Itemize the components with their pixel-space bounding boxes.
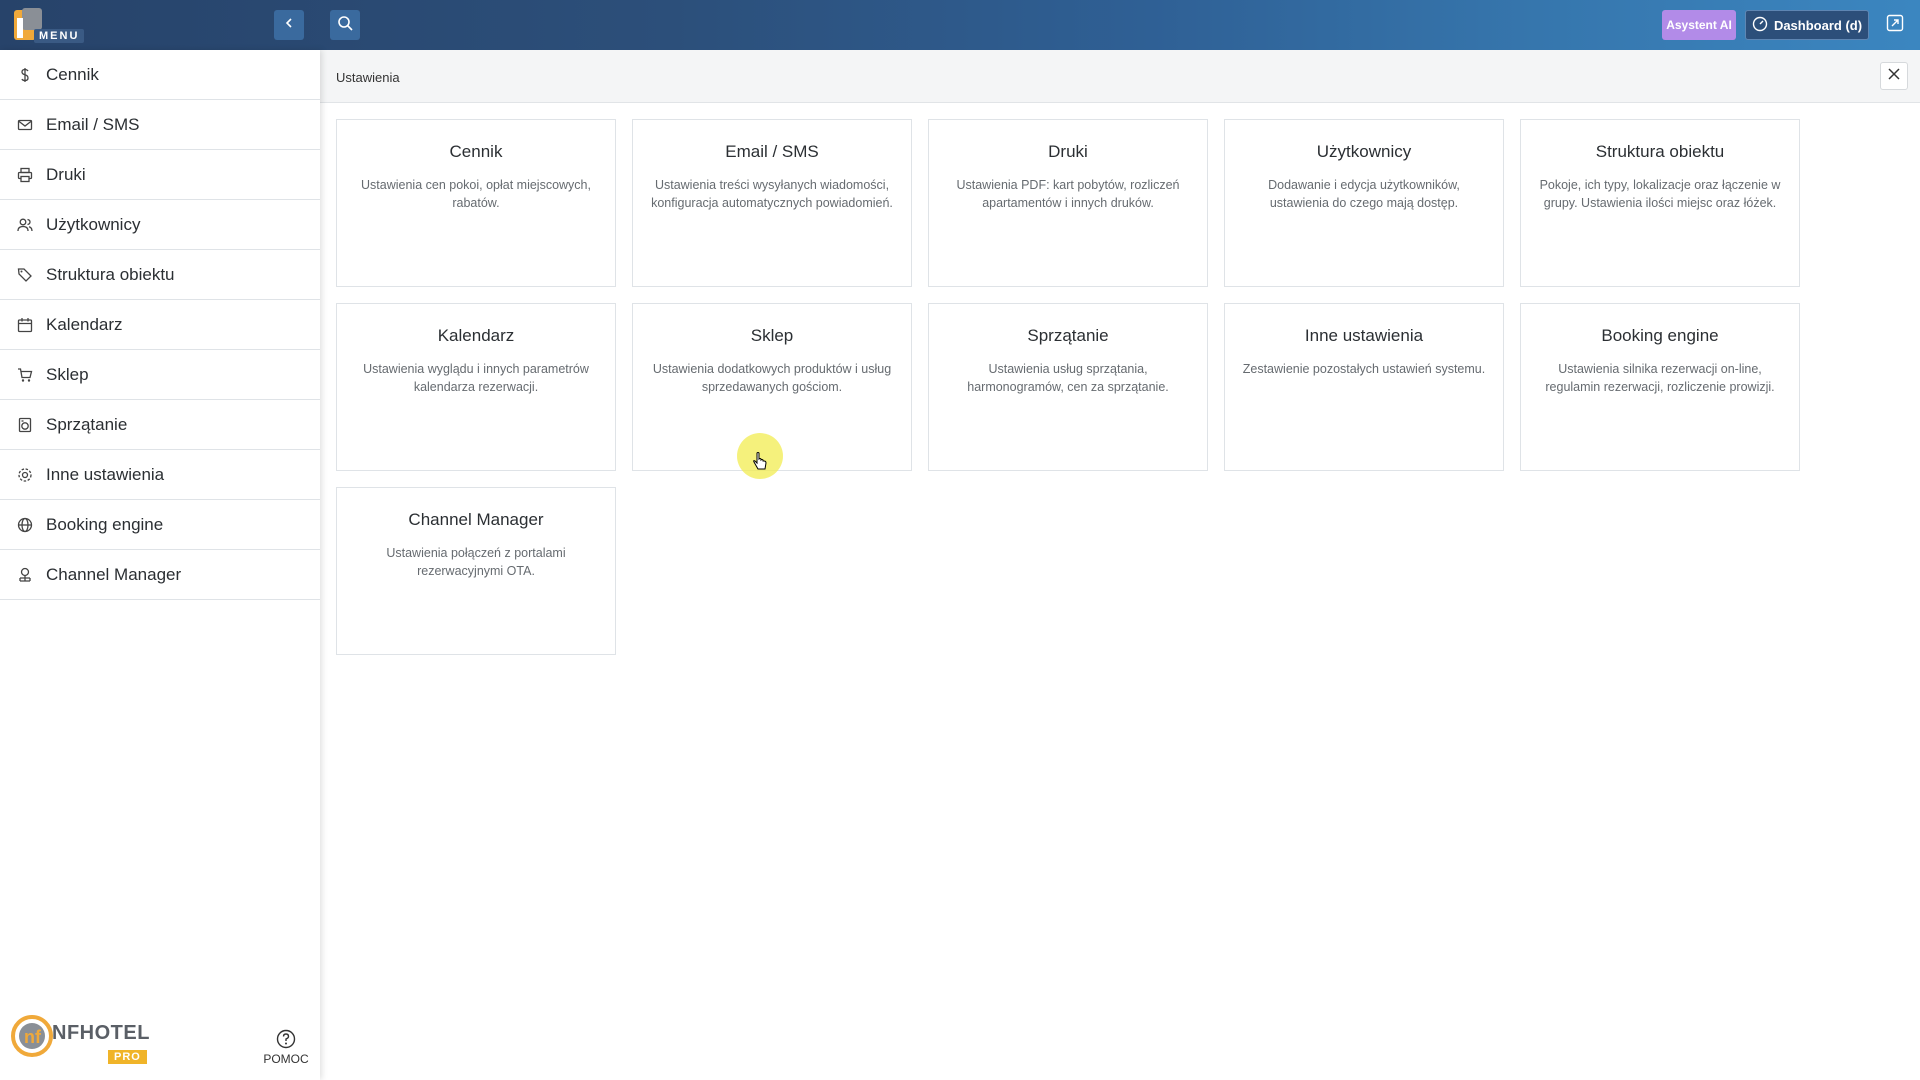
sidebar-item-label: Użytkownicy <box>46 214 141 234</box>
card-title: Kalendarz <box>437 326 515 345</box>
question-circle-icon <box>258 1029 314 1052</box>
card-description: Ustawienia silnika rezerwacji on-line, r… <box>1545 362 1775 394</box>
sidebar: Cennik Email / SMS Druki Użytkownicy Struktu… <box>0 50 320 1080</box>
brand-name: NFHOTEL <box>52 1022 150 1044</box>
sidebar-item-label: Sklep <box>46 364 89 384</box>
settings-card-struktura-obiektu[interactable]: Struktura obiektu Pokoje, ich typy, lokal… <box>1520 119 1800 287</box>
card-title: Struktura obiektu <box>1595 142 1725 161</box>
sidebar-item-label: Booking engine <box>46 514 164 534</box>
globe-icon <box>16 516 34 534</box>
sidebar-menu: Cennik Email / SMS Druki Użytkownicy Struktu… <box>0 50 320 600</box>
dollar-icon <box>16 66 34 84</box>
users-icon <box>16 216 34 234</box>
card-title: Sprzątanie <box>1027 326 1109 345</box>
nfhotel-logo: nf NFHOTEL PRO <box>10 1012 150 1068</box>
top-bar: MENU Asystent AI Dashboard (d) <box>0 0 1920 50</box>
gear-icon <box>16 466 34 484</box>
card-description: Ustawienia dodatkowych produktów i usług… <box>652 362 892 394</box>
breadcrumb: Ustawienia <box>336 70 400 85</box>
card-title: Cennik <box>449 142 503 161</box>
card-title: Email / SMS <box>725 142 819 161</box>
sidebar-item-sklep[interactable]: Sklep <box>0 350 320 400</box>
search-icon <box>337 15 353 36</box>
mail-icon <box>16 116 34 134</box>
card-title: Sklep <box>750 326 794 345</box>
fullscreen-button[interactable] <box>1880 10 1910 40</box>
sidebar-item-kalendarz[interactable]: Kalendarz <box>0 300 320 350</box>
brand-tier-badge: PRO <box>108 1050 147 1064</box>
sidebar-item-sprzatanie[interactable]: Sprzątanie <box>0 400 320 450</box>
sidebar-item-label: Sprzątanie <box>46 414 128 434</box>
settings-card-sprzatanie[interactable]: Sprzątanie Ustawienia usług sprzątania, h… <box>928 303 1208 471</box>
sidebar-item-uzytkownicy[interactable]: Użytkownicy <box>0 200 320 250</box>
settings-card-kalendarz[interactable]: Kalendarz Ustawienia wyglądu i innych par… <box>336 303 616 471</box>
settings-card-email-sms[interactable]: Email / SMS Ustawienia treści wysyłanych … <box>632 119 912 287</box>
hand-cursor-icon <box>752 452 768 477</box>
expand-icon <box>1886 14 1904 37</box>
network-icon <box>16 566 34 584</box>
sidebar-item-druki[interactable]: Druki <box>0 150 320 200</box>
sidebar-item-label: Channel Manager <box>46 564 182 584</box>
sidebar-item-channel-manager[interactable]: Channel Manager <box>0 550 320 600</box>
search-button[interactable] <box>330 10 360 40</box>
menu-label[interactable]: MENU <box>34 29 85 43</box>
collapse-sidebar-button[interactable] <box>274 10 304 40</box>
svg-text:nf: nf <box>24 1027 42 1047</box>
help-label: POMOC <box>263 1052 309 1066</box>
sidebar-item-label: Struktura obiektu <box>46 264 175 284</box>
card-title: Użytkownicy <box>1316 142 1412 161</box>
card-description: Pokoje, ich typy, lokalizacje oraz łącze… <box>1539 178 1781 210</box>
chevron-left-icon <box>283 16 295 34</box>
settings-grid: Cennik Ustawienia cen pokoi, opłat miejsc… <box>336 119 1802 655</box>
sidebar-item-label: Cennik <box>46 64 99 84</box>
page-header: Ustawienia <box>320 50 1920 103</box>
card-description: Ustawienia usług sprzątania, harmonogram… <box>967 362 1169 394</box>
close-button[interactable] <box>1880 62 1908 90</box>
sidebar-item-inne-ustawienia[interactable]: Inne ustawienia <box>0 450 320 500</box>
dashboard-button[interactable]: Dashboard (d) <box>1745 10 1869 40</box>
settings-card-inne-ustawienia[interactable]: Inne ustawienia Zestawienie pozostałych u… <box>1224 303 1504 471</box>
help-button[interactable]: POMOC <box>258 1029 314 1066</box>
settings-card-booking-engine[interactable]: Booking engine Ustawienia silnika rezerwa… <box>1520 303 1800 471</box>
washer-icon <box>16 416 34 434</box>
sidebar-item-label: Email / SMS <box>46 114 140 134</box>
sidebar-item-struktura-obiektu[interactable]: Struktura obiektu <box>0 250 320 300</box>
card-title: Channel Manager <box>408 510 544 529</box>
calendar-icon <box>16 316 34 334</box>
settings-card-druki[interactable]: Druki Ustawienia PDF: kart pobytów, rozli… <box>928 119 1208 287</box>
sidebar-item-email-sms[interactable]: Email / SMS <box>0 100 320 150</box>
dashboard-label: Dashboard (d) <box>1773 17 1863 33</box>
card-description: Ustawienia treści wysyłanych wiadomości,… <box>651 178 893 210</box>
ai-assistant-button[interactable]: Asystent AI <box>1662 10 1736 40</box>
card-title: Inne ustawienia <box>1304 326 1424 345</box>
card-description: Ustawienia połączeń z portalami rezerwac… <box>386 546 566 578</box>
close-icon <box>1888 67 1900 85</box>
sidebar-item-label: Kalendarz <box>46 314 123 334</box>
gauge-icon <box>1752 16 1768 35</box>
card-description: Ustawienia PDF: kart pobytów, rozliczeń … <box>956 178 1180 210</box>
sidebar-item-label: Druki <box>46 164 86 184</box>
card-description: Zestawienie pozostałych ustawień systemu… <box>1242 362 1486 376</box>
card-description: Ustawienia wyglądu i innych parametrów k… <box>363 362 589 394</box>
sidebar-item-label: Inne ustawienia <box>46 464 165 484</box>
cart-icon <box>16 366 34 384</box>
printer-icon <box>16 166 34 184</box>
card-description: Ustawienia cen pokoi, opłat miejscowych,… <box>361 178 591 210</box>
card-description: Dodawanie i edycja użytkowników, ustawie… <box>1268 178 1460 210</box>
sidebar-item-booking-engine[interactable]: Booking engine <box>0 500 320 550</box>
card-title: Druki <box>1048 142 1088 161</box>
sidebar-item-cennik[interactable]: Cennik <box>0 50 320 100</box>
settings-card-channel-manager[interactable]: Channel Manager Ustawienia połączeń z por… <box>336 487 616 655</box>
settings-card-uzytkownicy[interactable]: Użytkownicy Dodawanie i edycja użytkownik… <box>1224 119 1504 287</box>
card-title: Booking engine <box>1601 326 1719 345</box>
settings-card-cennik[interactable]: Cennik Ustawienia cen pokoi, opłat miejsc… <box>336 119 616 287</box>
tags-icon <box>16 266 34 284</box>
